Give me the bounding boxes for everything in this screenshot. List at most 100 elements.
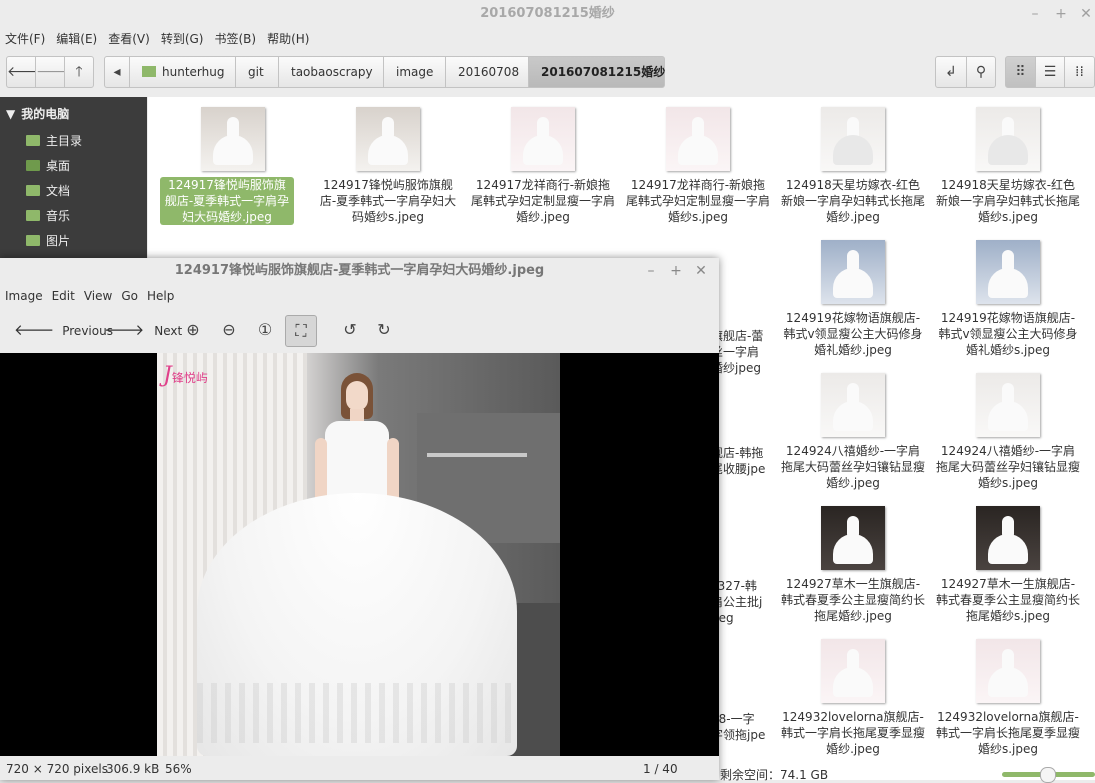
breadcrumb-scroll-left[interactable]: ◂: [104, 56, 130, 88]
file-label: 124927草木一生旗舰店-韩式春夏季公主显瘦简约长拖尾婚纱s.jpeg: [936, 577, 1081, 623]
arrow-right-icon: 🡒: [104, 321, 145, 339]
menu-view[interactable]: 查看(V): [103, 29, 156, 49]
menu-help[interactable]: Help: [142, 286, 178, 306]
file-item[interactable]: 124924八禧婚纱-一字肩拖尾大码蕾丝孕妇镶钻显瘦婚纱.jpeg: [778, 373, 928, 491]
breadcrumb-git[interactable]: git: [235, 56, 279, 88]
breadcrumb-20160708[interactable]: 20160708: [445, 56, 529, 88]
breadcrumb-taobaoscrapy[interactable]: taobaoscrapy: [278, 56, 384, 88]
sidebar-item-label: 主目录: [46, 134, 83, 148]
sidebar-item-desktop[interactable]: 桌面: [26, 155, 70, 177]
rotate-left-button[interactable]: ↺: [337, 317, 363, 343]
image-position: 1 / 40: [643, 762, 678, 776]
wedding-dress-photo: J锋悦屿: [157, 353, 560, 756]
file-item[interactable]: 124932lovelorna旗舰店-韩式一字肩长拖尾夏季显瘦婚纱s.jpeg: [933, 639, 1083, 757]
toolbar: 🡐 🡒 🡑 ◂ hunterhug git taobaoscrapy image…: [0, 50, 1095, 96]
forward-button[interactable]: 🡒: [35, 56, 74, 88]
file-item[interactable]: 124919花嫁物语旗舰店-韩式v领显瘦公主大码修身婚礼婚纱.jpeg: [778, 240, 928, 358]
file-label: 124927草木一生旗舰店-韩式春夏季公主显瘦简约长拖尾婚纱.jpeg: [781, 577, 926, 623]
viewer-maximize-button[interactable]: +: [668, 263, 684, 279]
image-viewer-window: 124917锋悦屿服饰旗舰店-夏季韩式一字肩孕妇大码婚纱.jpeg – + ✕ …: [0, 258, 719, 780]
menu-go[interactable]: Go: [116, 286, 142, 306]
watermark-text: 锋悦屿: [171, 371, 208, 385]
image-thumbnail: [976, 639, 1040, 703]
sidebar-header-label: 我的电脑: [21, 107, 70, 121]
edit-location-icon: ↲: [945, 64, 957, 80]
viewer-title: 124917锋悦屿服饰旗舰店-夏季韩式一字肩孕妇大码婚纱.jpeg: [174, 263, 545, 278]
menu-view[interactable]: View: [79, 286, 116, 306]
zoom-in-button[interactable]: ⊕: [180, 317, 206, 343]
search-button[interactable]: ⚲: [966, 56, 996, 88]
file-label: 124918天星坊嫁衣-红色新娘一字肩孕妇韩式长拖尾婚纱s.jpeg: [936, 178, 1081, 224]
image-dimensions: 720 × 720 pixels: [6, 762, 108, 776]
chevron-left-icon: ◂: [113, 64, 121, 80]
file-item[interactable]: 124917龙祥商行-新娘拖尾韩式孕妇定制显瘦一字肩婚纱s.jpeg: [623, 107, 773, 225]
file-item[interactable]: 124918天星坊嫁衣-红色新娘一字肩孕妇韩式长拖尾婚纱s.jpeg: [933, 107, 1083, 225]
compact-view-button[interactable]: ⁞⁞: [1064, 56, 1095, 88]
menu-edit[interactable]: Edit: [47, 286, 79, 306]
sidebar-item-pictures[interactable]: 图片: [26, 230, 70, 252]
close-button[interactable]: ✕: [1078, 6, 1094, 22]
menu-edit[interactable]: 编辑(E): [51, 29, 103, 49]
file-item[interactable]: 124924八禧婚纱-一字肩拖尾大码蕾丝孕妇镶钻显瘦婚纱s.jpeg: [933, 373, 1083, 491]
sidebar-item-documents[interactable]: 文档: [26, 180, 70, 202]
best-fit-icon: ⛶: [295, 321, 307, 340]
file-item[interactable]: 124932lovelorna旗舰店-韩式一字肩长拖尾夏季显瘦婚纱.jpeg: [778, 639, 928, 757]
breadcrumb-label: git: [248, 65, 264, 79]
rotate-right-button[interactable]: ↻: [371, 317, 397, 343]
zoom-out-button[interactable]: ⊖: [216, 317, 242, 343]
next-button[interactable]: 🡒 Next: [104, 316, 182, 344]
image-canvas[interactable]: J锋悦屿: [0, 353, 719, 756]
icon-view-button[interactable]: ⠿: [1005, 56, 1036, 88]
image-thumbnail: [821, 107, 885, 171]
zoom-normal-button[interactable]: ①: [252, 317, 278, 343]
menu-image[interactable]: Image: [0, 286, 47, 306]
sidebar-item-label: 图片: [46, 234, 71, 248]
file-item[interactable]: 124917锋悦屿服饰旗舰店-夏季韩式一字肩孕妇大码婚纱s.jpeg: [313, 107, 463, 225]
menu-file[interactable]: 文件(F): [0, 29, 51, 49]
file-label: 124917龙祥商行-新娘拖尾韩式孕妇定制显瘦一字肩婚纱.jpeg: [471, 178, 616, 224]
zoom-slider-handle[interactable]: [1040, 767, 1056, 783]
breadcrumb-image[interactable]: image: [383, 56, 446, 88]
list-icon: ☰: [1043, 64, 1057, 80]
image-thumbnail: [821, 639, 885, 703]
file-item[interactable]: 124927草木一生旗舰店-韩式春夏季公主显瘦简约长拖尾婚纱s.jpeg: [933, 506, 1083, 624]
sidebar-header[interactable]: ▼ 我的电脑: [6, 105, 69, 122]
menu-go[interactable]: 转到(G): [156, 29, 210, 49]
sidebar-item-home[interactable]: 主目录: [26, 130, 82, 152]
breadcrumb-current[interactable]: 201607081215婚纱: [528, 56, 665, 88]
file-item[interactable]: 124918天星坊嫁衣-红色新娘一字肩孕妇韩式长拖尾婚纱.jpeg: [778, 107, 928, 225]
compact-icon: ⁞⁞: [1075, 64, 1084, 80]
back-button[interactable]: 🡐: [6, 56, 45, 88]
list-view-button[interactable]: ☰: [1035, 56, 1065, 88]
maximize-button[interactable]: +: [1053, 6, 1069, 22]
minimize-button[interactable]: –: [1027, 6, 1043, 22]
file-label: 124917锋悦屿服饰旗舰店-夏季韩式一字肩孕妇大码婚纱.jpeg: [160, 177, 294, 225]
file-item[interactable]: 124919花嫁物语旗舰店-韩式v领显瘦公主大码修身婚礼婚纱s.jpeg: [933, 240, 1083, 358]
viewer-minimize-button[interactable]: –: [643, 263, 659, 279]
viewer-statusbar: 720 × 720 pixels 306.9 kB 56% 1 / 40: [0, 758, 719, 780]
menu-help[interactable]: 帮助(H): [262, 29, 315, 49]
window-title: 201607081215婚纱: [480, 6, 615, 21]
file-label: 124924八禧婚纱-一字肩拖尾大码蕾丝孕妇镶钻显瘦婚纱.jpeg: [781, 444, 926, 490]
previous-button[interactable]: 🡐 Previous: [14, 316, 113, 344]
file-label: 124924八禧婚纱-一字肩拖尾大码蕾丝孕妇镶钻显瘦婚纱s.jpeg: [936, 444, 1081, 490]
free-space-status: 剩余空间：74.1 GB: [720, 768, 829, 782]
up-button[interactable]: 🡑: [64, 56, 94, 88]
file-item[interactable]: 124917龙祥商行-新娘拖尾韩式孕妇定制显瘦一字肩婚纱.jpeg: [468, 107, 618, 225]
breadcrumb-hunterhug[interactable]: hunterhug: [129, 56, 236, 88]
file-item[interactable]: 124917锋悦屿服饰旗舰店-夏季韩式一字肩孕妇大码婚纱.jpeg: [158, 107, 308, 225]
search-icon: ⚲: [975, 64, 987, 80]
file-item[interactable]: 124927草木一生旗舰店-韩式春夏季公主显瘦简约长拖尾婚纱.jpeg: [778, 506, 928, 624]
arrow-up-icon: 🡑: [75, 64, 83, 80]
viewer-close-button[interactable]: ✕: [693, 263, 709, 279]
desktop-icon: [26, 160, 40, 171]
menu-bar: 文件(F) 编辑(E) 查看(V) 转到(G) 书签(B) 帮助(H): [0, 29, 315, 49]
menu-bookmarks[interactable]: 书签(B): [209, 29, 262, 49]
documents-folder-icon: [26, 185, 40, 196]
location-toggle-button[interactable]: ↲: [935, 56, 967, 88]
best-fit-button[interactable]: ⛶: [285, 315, 317, 347]
image-thumbnail: [821, 373, 885, 437]
sidebar-item-music[interactable]: 音乐: [26, 205, 70, 227]
image-thumbnail: [821, 240, 885, 304]
next-label: Next: [154, 324, 183, 338]
